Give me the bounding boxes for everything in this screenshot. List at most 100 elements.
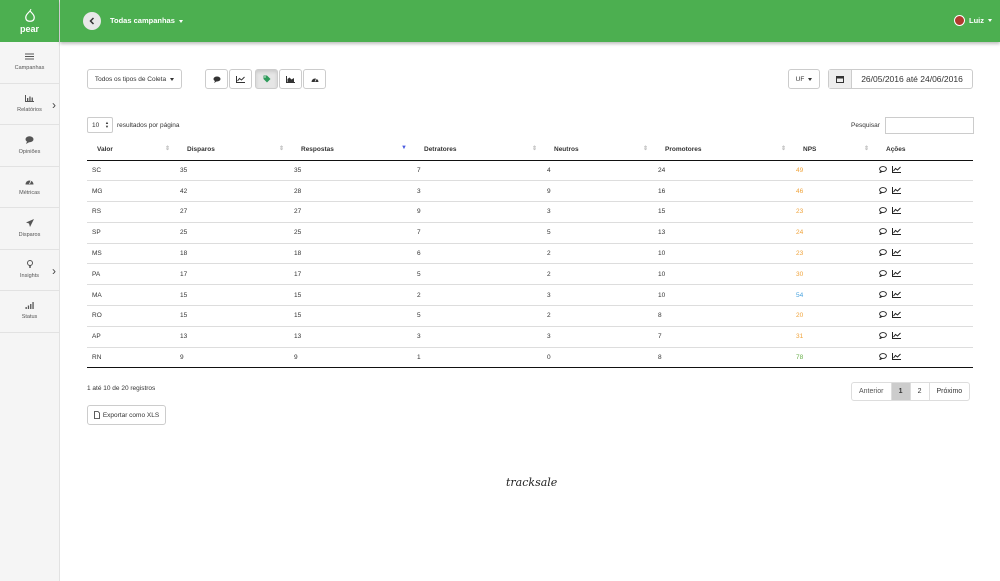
back-button[interactable]	[83, 12, 101, 30]
cell-respostas: 15	[291, 284, 414, 306]
comment-icon[interactable]	[879, 270, 887, 279]
view-line-chart-button[interactable]	[229, 69, 252, 89]
cell-actions	[876, 242, 973, 264]
line-chart-icon[interactable]	[892, 228, 901, 237]
search-input[interactable]	[884, 117, 974, 134]
comment-icon[interactable]	[879, 249, 887, 258]
cell-promotores: 13	[655, 221, 793, 244]
sort-icon: ⇕	[531, 146, 537, 152]
cell-valor: PA	[87, 263, 177, 285]
export-xls-button[interactable]: Exportar como XLS	[87, 405, 166, 425]
line-chart-icon[interactable]	[892, 249, 901, 258]
cell-detratores: 3	[414, 180, 544, 202]
line-chart-icon[interactable]	[892, 332, 901, 341]
column-header[interactable]: Valor ⇕	[87, 139, 177, 161]
comment-icon[interactable]	[879, 186, 887, 196]
cell-valor: RO	[87, 305, 177, 327]
sidebar-item-insights[interactable]: Insights ›	[0, 250, 59, 291]
line-chart-icon[interactable]	[892, 269, 901, 279]
sidebar-item-label: Disparos	[18, 231, 41, 238]
date-range-picker[interactable]: 26/05/2016 até 24/06/2016	[828, 69, 973, 89]
comment-icon	[25, 135, 34, 149]
line-chart-icon[interactable]	[892, 290, 901, 300]
sidebar-item-label: Métricas	[19, 189, 40, 196]
page-2-button[interactable]: 2	[911, 383, 930, 400]
comment-icon[interactable]	[879, 228, 887, 237]
cell-respostas: 17	[291, 263, 414, 285]
table-row: SC 35 35 7 4 24 49	[87, 159, 973, 181]
cell-promotores: 16	[655, 180, 793, 202]
comment-icon[interactable]	[879, 311, 887, 320]
view-area-chart-button[interactable]	[279, 69, 302, 89]
comment-icon	[213, 76, 220, 83]
column-header[interactable]: Neutros ⇕	[544, 139, 655, 161]
footer-logo: tracksale	[506, 476, 558, 489]
cell-respostas: 13	[291, 325, 414, 348]
chevron-right-icon[interactable]: ›	[52, 264, 56, 278]
page-length-select[interactable]: 10 ▲ ▼	[87, 117, 113, 133]
line-chart-icon[interactable]	[892, 165, 901, 175]
line-chart-icon[interactable]	[892, 186, 901, 196]
sidebar-item-label: Relatórios	[17, 106, 42, 113]
line-chart-icon[interactable]	[892, 311, 901, 320]
sidebar-item-relatorios[interactable]: Relatórios ›	[0, 84, 59, 125]
cell-respostas: 35	[291, 159, 414, 181]
column-header[interactable]: Respostas ▼	[291, 139, 414, 161]
campaign-selector[interactable]: Todas campanhas	[110, 16, 183, 25]
cell-neutros: 9	[544, 180, 655, 202]
comment-icon[interactable]	[879, 290, 887, 300]
sidebar-item-campanhas[interactable]: Campanhas	[0, 42, 59, 84]
cell-valor: SC	[87, 159, 177, 181]
line-chart-icon[interactable]	[892, 353, 901, 362]
next-page-button[interactable]: Próximo	[930, 383, 970, 400]
line-chart-icon[interactable]	[892, 207, 901, 216]
comment-icon[interactable]	[879, 207, 887, 216]
page-length-label: resultados por página	[117, 121, 180, 129]
chevron-right-icon[interactable]: ›	[52, 98, 56, 112]
sidebar-item-label: Status	[21, 314, 38, 321]
cell-valor: MA	[87, 284, 177, 306]
collect-type-label: Todos os tipos de Coleta	[94, 75, 167, 83]
view-gauge-button[interactable]	[303, 69, 326, 89]
sidebar-item-metricas[interactable]: Métricas	[0, 167, 59, 208]
comment-icon[interactable]	[879, 332, 887, 341]
sidebar-item-status[interactable]: Status	[0, 291, 59, 333]
cell-nps: 46	[793, 180, 876, 202]
cell-detratores: 9	[414, 201, 544, 223]
cell-promotores: 8	[655, 305, 793, 327]
column-header[interactable]: Detratores ⇕	[414, 139, 544, 161]
user-menu[interactable]: Luiz	[954, 15, 992, 26]
column-header-label: Valor	[97, 145, 113, 153]
prev-page-button[interactable]: Anterior	[852, 383, 892, 400]
comment-icon[interactable]	[879, 353, 887, 362]
table-row: SP 25 25 7 5 13 24	[87, 221, 973, 244]
sidebar-item-label: Campanhas	[14, 65, 45, 72]
cell-promotores: 8	[655, 346, 793, 369]
date-range-text: 26/05/2016 até 24/06/2016	[861, 74, 963, 84]
region-dropdown[interactable]: UF	[788, 69, 820, 89]
column-header[interactable]: NPS ⇕	[793, 139, 876, 161]
table-row: RN 9 9 1 0 8 78	[87, 346, 973, 369]
search-control: Pesquisar	[851, 117, 974, 134]
view-comments-button[interactable]	[205, 69, 228, 89]
cell-respostas: 9	[291, 346, 414, 369]
cell-nps: 23	[793, 201, 876, 223]
sort-icon: ⇕	[278, 146, 284, 152]
column-header[interactable]: Disparos ⇕	[177, 139, 291, 161]
cell-nps: 31	[793, 325, 876, 348]
view-tags-button[interactable]	[255, 69, 278, 89]
sidebar-item-label: Insights	[20, 273, 39, 280]
page-1-button[interactable]: 1	[891, 383, 911, 400]
cell-neutros: 3	[544, 284, 655, 306]
avatar	[954, 15, 965, 26]
sidebar-item-opinioes[interactable]: Opiniões	[0, 125, 59, 167]
caret-down-icon	[808, 77, 813, 81]
collect-type-dropdown[interactable]: Todos os tipos de Coleta	[87, 69, 182, 89]
comment-icon[interactable]	[879, 166, 887, 175]
pear-logo[interactable]: pear	[0, 0, 59, 42]
cell-neutros: 3	[544, 201, 655, 223]
cell-neutros: 3	[544, 325, 655, 348]
sidebar-item-disparos[interactable]: Disparos	[0, 208, 59, 250]
column-header[interactable]: Ações	[876, 139, 973, 161]
column-header[interactable]: Promotores ⇕	[655, 139, 793, 161]
